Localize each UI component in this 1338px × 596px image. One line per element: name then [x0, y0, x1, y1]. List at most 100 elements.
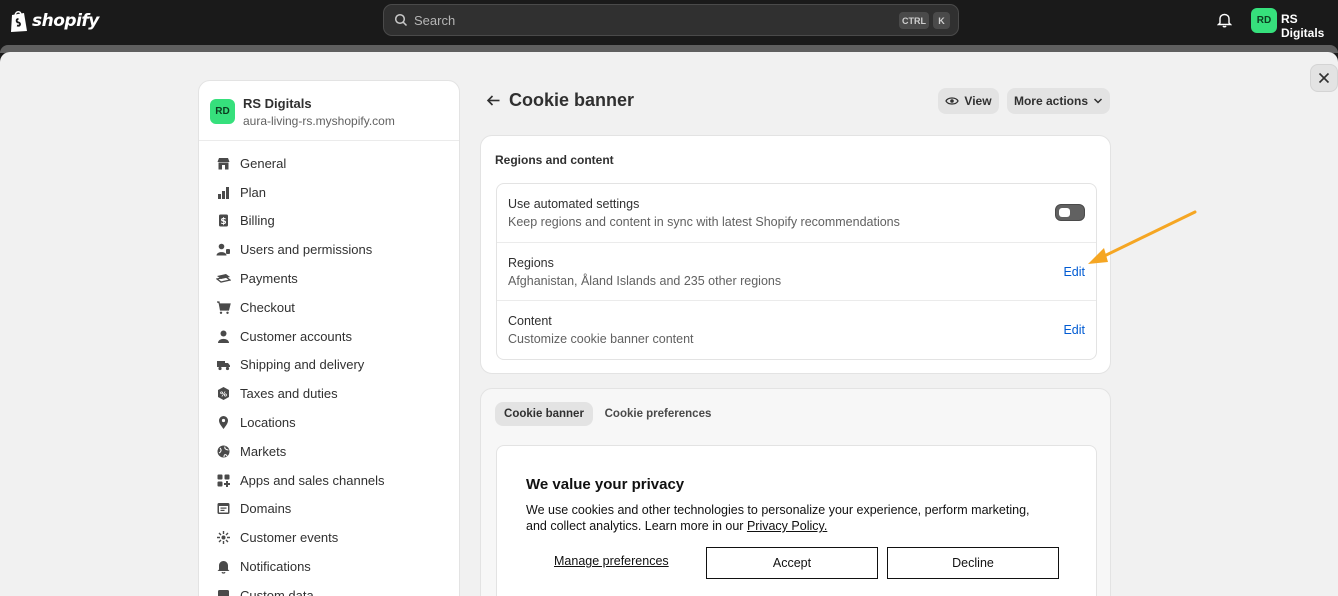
payments-icon — [216, 274, 231, 283]
eye-icon — [945, 97, 960, 105]
sidebar-item-billing[interactable]: $ Billing — [199, 207, 459, 236]
sidebar-item-users[interactable]: Users and permissions — [199, 235, 459, 264]
sidebar-item-label: Notifications — [240, 559, 311, 575]
avatar[interactable]: RD — [1251, 8, 1277, 33]
sidebar-item-label: Markets — [240, 443, 287, 459]
domains-icon — [217, 503, 230, 515]
content-row: Content Customize cookie banner content … — [497, 301, 1096, 359]
apps-icon — [217, 474, 230, 487]
sidebar-item-label: Customer accounts — [240, 328, 352, 344]
tax-icon: % — [218, 387, 229, 401]
sidebar-item-locations[interactable]: Locations — [199, 408, 459, 437]
sidebar-item-label: Locations — [240, 415, 296, 431]
row-title: Regions — [508, 256, 554, 270]
sidebar-item-label: Payments — [240, 271, 298, 287]
store-header[interactable]: RD RS Digitals aura-living-rs.myshopify.… — [199, 81, 459, 141]
regions-content-card: Regions and content Use automated settin… — [480, 135, 1111, 374]
accept-button[interactable]: Accept — [706, 547, 878, 579]
cookie-banner-preview: We value your privacy We use cookies and… — [496, 445, 1097, 596]
row-title: Content — [508, 314, 552, 328]
sidebar-item-domains[interactable]: Domains — [199, 495, 459, 524]
sidebar-item-plan[interactable]: Plan — [199, 178, 459, 207]
settings-list: Use automated settings Keep regions and … — [496, 183, 1097, 360]
sidebar-item-customer-events[interactable]: Customer events — [199, 523, 459, 552]
search-input[interactable]: Search CTRL K — [383, 4, 959, 36]
tab-cookie-preferences[interactable]: Cookie preferences — [599, 402, 717, 426]
sidebar-item-apps[interactable]: Apps and sales channels — [199, 466, 459, 495]
automated-settings-row: Use automated settings Keep regions and … — [497, 184, 1096, 243]
tab-cookie-banner[interactable]: Cookie banner — [495, 402, 593, 426]
sidebar-item-payments[interactable]: Payments — [199, 264, 459, 293]
data-icon — [218, 589, 229, 596]
page-title: Cookie banner — [509, 90, 635, 110]
settings-nav: General Plan $ Billing Users and permiss… — [199, 149, 459, 596]
sidebar-item-markets[interactable]: Markets — [199, 437, 459, 466]
chevron-down-icon — [1093, 98, 1103, 104]
store-icon — [217, 157, 230, 170]
edit-content-link[interactable]: Edit — [1063, 323, 1085, 337]
globe-icon — [217, 445, 230, 458]
sidebar-item-label: Users and permissions — [240, 242, 373, 258]
billing-icon: $ — [219, 214, 228, 227]
notification-bell-icon[interactable] — [1217, 12, 1232, 28]
close-settings-button[interactable] — [1310, 64, 1338, 92]
users-icon — [216, 243, 230, 256]
search-icon — [394, 13, 408, 27]
more-actions-button[interactable]: More actions — [1007, 88, 1110, 114]
sidebar-item-shipping[interactable]: Shipping and delivery — [199, 351, 459, 380]
shopify-bag-icon — [11, 11, 27, 32]
manage-preferences-link[interactable]: Manage preferences — [554, 554, 669, 568]
svg-text:$: $ — [220, 217, 226, 227]
card-title: Regions and content — [495, 153, 614, 167]
view-button-label: View — [964, 94, 992, 108]
sidebar-item-custom-data[interactable]: Custom data — [199, 581, 459, 596]
sidebar-item-label: Domains — [240, 501, 292, 517]
back-arrow-icon[interactable] — [486, 93, 501, 108]
row-title: Use automated settings — [508, 197, 640, 211]
bell-icon — [217, 561, 230, 574]
top-bar: shopify Search CTRL K RD RS Digitals — [0, 0, 1338, 45]
shortcut-ctrl-key: CTRL — [899, 12, 929, 29]
banner-preview-card: Cookie banner Cookie preferences We valu… — [480, 388, 1111, 596]
row-description: Keep regions and content in sync with la… — [508, 215, 900, 229]
store-name: RS Digitals — [243, 96, 312, 111]
store-url: aura-living-rs.myshopify.com — [243, 114, 395, 128]
svg-text:%: % — [220, 391, 227, 399]
privacy-policy-link[interactable]: Privacy Policy. — [747, 519, 827, 533]
close-icon — [1318, 72, 1330, 84]
annotation-arrow-icon — [1088, 210, 1197, 264]
sidebar-item-general[interactable]: General — [199, 149, 459, 178]
decline-button[interactable]: Decline — [887, 547, 1059, 579]
brand-name: shopify — [32, 11, 99, 31]
sidebar-item-customer-accounts[interactable]: Customer accounts — [199, 322, 459, 351]
sidebar-item-taxes[interactable]: % Taxes and duties — [199, 379, 459, 408]
cart-icon — [217, 301, 231, 314]
truck-icon — [217, 361, 230, 371]
sidebar-item-label: Apps and sales channels — [240, 472, 385, 488]
row-description: Customize cookie banner content — [508, 332, 694, 346]
sidebar-item-notifications[interactable]: Notifications — [199, 552, 459, 581]
view-button[interactable]: View — [938, 88, 999, 114]
more-actions-label: More actions — [1013, 94, 1088, 108]
plan-icon — [218, 186, 229, 199]
shopify-logo[interactable]: shopify — [9, 9, 99, 33]
account-store-name[interactable]: RS Digitals — [1281, 12, 1338, 40]
shortcut-k-key: K — [933, 12, 950, 29]
sidebar-item-label: Checkout — [240, 299, 295, 315]
banner-title: We value your privacy — [526, 476, 685, 493]
sidebar-item-label: Shipping and delivery — [240, 357, 365, 373]
sidebar-item-label: Custom data — [240, 587, 314, 596]
search-placeholder: Search — [414, 12, 456, 28]
person-icon — [218, 330, 229, 343]
sidebar-item-label: Taxes and duties — [240, 386, 338, 402]
sidebar-item-label: General — [240, 155, 287, 171]
location-icon — [219, 416, 228, 430]
row-description: Afghanistan, Åland Islands and 235 other… — [508, 274, 782, 288]
events-icon — [217, 531, 230, 545]
sidebar-item-label: Plan — [240, 184, 267, 200]
sidebar-item-checkout[interactable]: Checkout — [199, 293, 459, 322]
toggle-knob — [1059, 208, 1070, 217]
banner-text: We use cookies and other technologies to… — [526, 502, 1046, 534]
settings-sidebar: RD RS Digitals aura-living-rs.myshopify.… — [198, 80, 460, 596]
sidebar-item-label: Customer events — [240, 530, 339, 546]
